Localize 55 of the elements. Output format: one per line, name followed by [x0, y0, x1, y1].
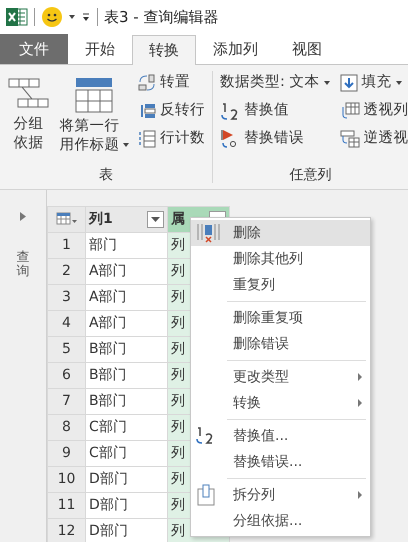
ribbon-button[interactable]: 逆透视	[336, 125, 408, 152]
fill-down-icon	[340, 74, 358, 92]
ribbon-button[interactable]: 行计数	[135, 125, 208, 152]
split-column-icon	[195, 484, 217, 506]
ribbon-tab[interactable]: 添加列	[196, 34, 275, 64]
file-tab[interactable]: 文件	[0, 34, 68, 64]
delete-column-icon	[195, 222, 221, 244]
row-number: 9	[48, 440, 86, 466]
replace-values-icon	[195, 425, 215, 447]
pivot-column-icon	[340, 102, 360, 120]
transpose-icon	[138, 74, 156, 92]
ribbon-button[interactable]: 替换错误	[217, 125, 332, 152]
row-number: 5	[48, 336, 86, 362]
menu-item[interactable]: 删除	[191, 220, 370, 246]
column-header-label: 列1	[89, 210, 113, 229]
customize-toolbar-icon[interactable]	[81, 12, 91, 22]
filter-button[interactable]	[147, 211, 164, 228]
column-header[interactable]: 列1	[86, 206, 168, 232]
excel-logo-icon[interactable]	[6, 7, 28, 27]
ribbon-button[interactable]: 分组依据	[4, 69, 54, 153]
row-number: 11	[48, 492, 86, 518]
row-number: 3	[48, 284, 86, 310]
ribbon-button[interactable]: 反转行	[135, 97, 208, 124]
smiley-icon[interactable]	[41, 6, 63, 28]
ribbon-tab[interactable]: 视图	[275, 34, 339, 64]
replace-values-icon	[220, 100, 240, 120]
ribbon-tab[interactable]: 开始	[68, 34, 132, 64]
row-number: 10	[48, 466, 86, 492]
unpivot-column-icon	[340, 130, 360, 148]
header-row-icon	[75, 77, 114, 113]
reverse-rows-icon	[138, 102, 156, 120]
ribbon-button[interactable]: 转置	[135, 69, 208, 96]
queries-pane-label[interactable]: 查询	[16, 251, 30, 280]
ribbon-button[interactable]: 将第一行用作标题	[57, 69, 131, 155]
row-number: 8	[48, 414, 86, 440]
ribbon-button[interactable]: 数据类型: 文本	[217, 69, 332, 96]
column-header-label: 属	[171, 210, 185, 229]
row-number: 7	[48, 388, 86, 414]
ribbon-tab[interactable]: 转换	[132, 35, 196, 65]
row-number: 12	[48, 518, 86, 542]
ribbon-button[interactable]: 填充	[336, 69, 408, 96]
row-number: 4	[48, 310, 86, 336]
ribbon-button[interactable]: 替换值	[217, 97, 332, 124]
expand-icon[interactable]	[20, 212, 26, 221]
table-menu-icon[interactable]	[48, 206, 86, 232]
window-title: 表3 - 查询编辑器	[104, 6, 218, 28]
ribbon-button[interactable]: 透视列	[336, 97, 408, 124]
group-label: 表	[98, 166, 114, 185]
group-label: 任意列	[288, 166, 332, 185]
row-count-icon	[138, 130, 156, 148]
row-number: 2	[48, 258, 86, 284]
row-number: 6	[48, 362, 86, 388]
row-number: 1	[48, 232, 86, 258]
caret-icon[interactable]	[69, 15, 75, 19]
dropdown-arrow-icon	[151, 217, 160, 222]
